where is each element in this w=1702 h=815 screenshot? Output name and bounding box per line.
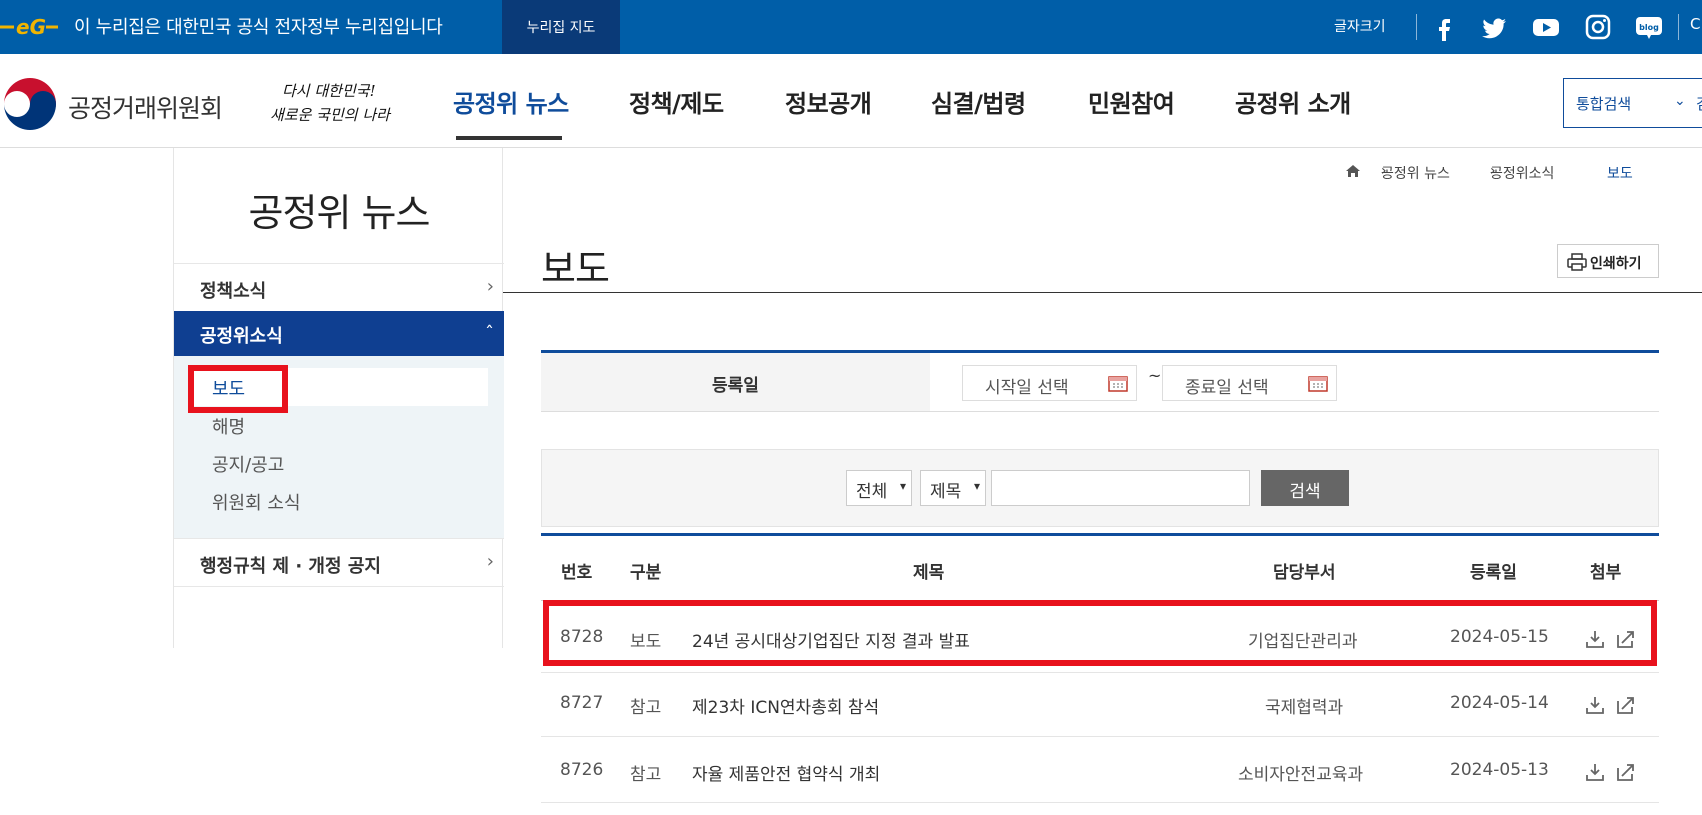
gnb-info-disclosure[interactable]: 정보공개	[785, 84, 872, 119]
calendar-icon[interactable]	[1308, 374, 1328, 392]
row-number: 8727	[560, 693, 604, 713]
svg-text:eG: eG	[16, 15, 46, 39]
site-map-button[interactable]: 누리집 지도	[502, 0, 620, 54]
row-type: 참고	[630, 698, 662, 718]
divider	[541, 802, 1659, 803]
gnb-about[interactable]: 공정위 소개	[1235, 84, 1351, 119]
gnb-civil[interactable]: 민원참여	[1088, 84, 1175, 119]
download-icon[interactable]	[1585, 695, 1605, 715]
gnb-ftc-news[interactable]: 공정위 뉴스	[453, 84, 569, 119]
divider	[541, 672, 1659, 673]
search-scope-select[interactable]: 통합검색 ⌄ 검	[1563, 78, 1702, 128]
column-header-date: 등록일	[1470, 563, 1517, 583]
row-department: 소비자안전교육과	[1238, 765, 1364, 785]
side-group-admin-rules[interactable]: 행정규칙 제 · 개정 공지 ›	[174, 538, 504, 586]
side-group-policy-news[interactable]: 정책소식 ›	[174, 263, 504, 311]
column-header-title: 제목	[913, 563, 945, 583]
gnb-rulings[interactable]: 심결/법령	[931, 84, 1026, 119]
font-size-button[interactable]: 글자크기	[1334, 16, 1386, 36]
facebook-icon[interactable]	[1430, 13, 1458, 41]
ftc-emblem-icon[interactable]	[2, 76, 58, 132]
scope-select[interactable]: 전체 ▾	[846, 470, 912, 506]
print-button[interactable]: 인쇄하기	[1557, 244, 1659, 278]
breadcrumb-current: 보도	[1607, 166, 1633, 182]
instagram-icon[interactable]	[1584, 13, 1612, 41]
row-number: 8726	[560, 760, 604, 780]
download-icon[interactable]	[1585, 762, 1605, 782]
search-button[interactable]: 검색	[1261, 470, 1349, 506]
divider	[541, 736, 1659, 737]
chevron-right-icon: ›	[486, 276, 494, 297]
sub-item-notice[interactable]: 공지/공고	[212, 451, 284, 477]
breadcrumb-item[interactable]: 공정위 뉴스 ›	[1381, 163, 1450, 182]
sub-item-committee-news[interactable]: 위원회 소식	[212, 489, 301, 515]
gnb-active-indicator	[456, 136, 562, 140]
gov-banner: eG 이 누리집은 대한민국 공식 전자정부 누리집입니다 누리집 지도 글자크…	[0, 0, 1702, 54]
row-date: 2024-05-14	[1450, 693, 1549, 713]
chevron-down-icon: ▾	[973, 479, 980, 493]
date-range-separator: ~	[1148, 366, 1162, 385]
row-type: 참고	[630, 765, 662, 785]
chevron-right-icon: ›	[486, 551, 494, 572]
preview-icon[interactable]	[1616, 695, 1636, 715]
gnb-policy[interactable]: 정책/제도	[629, 84, 724, 119]
row-date: 2024-05-13	[1450, 760, 1549, 780]
highlight-box-first-row	[543, 600, 1657, 666]
svg-text:다시 대한민국!: 다시 대한민국!	[282, 82, 376, 100]
column-header-attachment: 첨부	[1590, 563, 1622, 583]
svg-text:새로운 국민의 나라: 새로운 국민의 나라	[270, 106, 392, 124]
printer-icon	[1567, 253, 1587, 271]
row-department: 국제협력과	[1265, 698, 1344, 718]
column-header-number: 번호	[561, 563, 593, 583]
field-select[interactable]: 제목 ▾	[920, 470, 986, 506]
youtube-icon[interactable]	[1532, 13, 1560, 41]
chevron-down-icon: ▾	[899, 479, 906, 493]
breadcrumb-item[interactable]: 공정위소식 ›	[1490, 163, 1554, 182]
row-title-link[interactable]: 제23차 ICN연차총회 참석	[692, 693, 879, 718]
egov-logo: eG	[0, 15, 58, 39]
side-title: 공정위 뉴스	[248, 191, 431, 235]
row-title-link[interactable]: 자율 제품안전 협약식 개최	[692, 760, 880, 785]
blog-icon[interactable]: blog	[1635, 13, 1663, 41]
preview-icon[interactable]	[1616, 762, 1636, 782]
end-date-input[interactable]: 종료일 선택	[1162, 365, 1337, 401]
keyword-input[interactable]	[991, 470, 1250, 506]
ftc-logo-text[interactable]: 공정거래위원회	[68, 89, 223, 125]
date-filter: 등록일 시작일 선택 종료일 선택	[541, 350, 1659, 412]
divider	[503, 292, 1702, 293]
table-top-border	[541, 533, 1659, 536]
start-date-input[interactable]: 시작일 선택	[962, 365, 1137, 401]
highlight-box-press-menu	[188, 365, 288, 413]
column-header-type: 구분	[630, 563, 662, 583]
sub-item-clarification[interactable]: 해명	[212, 413, 245, 439]
page-title: 보도	[541, 247, 610, 291]
calendar-icon[interactable]	[1108, 374, 1128, 392]
search-truncated-label: 검	[1696, 93, 1702, 114]
column-header-department: 담당부서	[1273, 563, 1336, 583]
twitter-icon[interactable]	[1481, 13, 1509, 41]
slogan-image: 다시 대한민국! 새로운 국민의 나라	[270, 82, 392, 124]
svg-text:blog: blog	[1639, 23, 1659, 32]
divider	[174, 586, 504, 587]
divider	[1416, 14, 1417, 40]
topbar-truncated-item[interactable]: C	[1690, 15, 1700, 33]
gov-official-text: 이 누리집은 대한민국 공식 전자정부 누리집입니다	[74, 17, 443, 38]
side-group-ftc-news[interactable]: 공정위소식 ˆ	[174, 311, 504, 356]
site-header: 공정거래위원회 다시 대한민국! 새로운 국민의 나라 공정위 뉴스 정책/제도…	[0, 54, 1702, 148]
chevron-down-icon: ⌄	[1674, 93, 1686, 109]
chevron-up-icon: ˆ	[485, 323, 494, 344]
divider	[1678, 14, 1679, 40]
date-filter-label: 등록일	[541, 353, 930, 411]
home-icon[interactable]	[1345, 163, 1361, 179]
